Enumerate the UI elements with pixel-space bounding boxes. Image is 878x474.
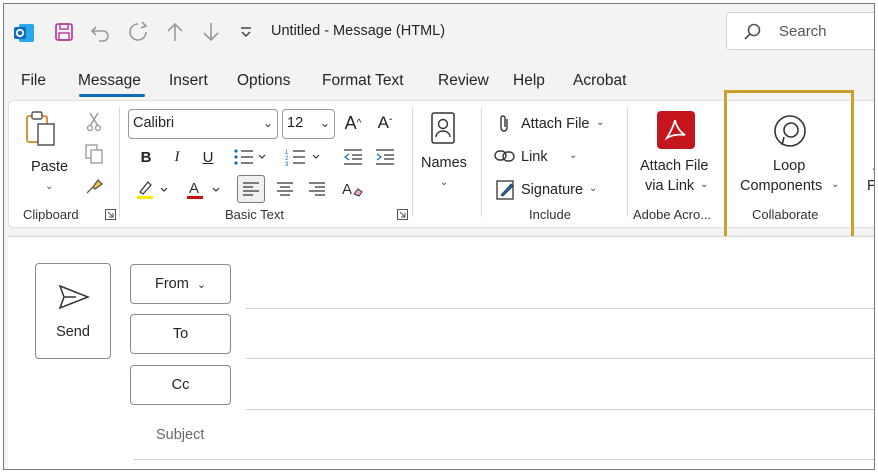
adobe-group-label: Adobe Acro... — [633, 207, 712, 222]
send-icon — [58, 284, 91, 315]
signature-button[interactable]: Signature — [521, 182, 583, 198]
chevron-down-icon[interactable]: ⌄ — [700, 179, 708, 190]
cutoff-button-label[interactable]: A — [873, 158, 874, 174]
paste-button[interactable]: Paste — [31, 159, 68, 175]
chevron-down-icon: ⌄ — [196, 278, 207, 291]
next-item-icon[interactable] — [198, 19, 224, 45]
link-icon[interactable] — [493, 145, 517, 167]
underline-icon[interactable]: U — [197, 145, 219, 169]
from-field-line — [246, 308, 874, 309]
copy-icon[interactable] — [83, 143, 105, 165]
chevron-down-icon[interactable]: ⌄ — [569, 150, 577, 161]
customize-toolbar-icon[interactable] — [236, 22, 256, 42]
separator — [627, 107, 628, 217]
names-dropdown-icon[interactable]: ⌄ — [440, 177, 448, 188]
svg-text:A: A — [189, 180, 199, 197]
send-label: Send — [56, 324, 90, 340]
separator — [412, 107, 413, 217]
font-color-icon[interactable]: A — [183, 177, 225, 201]
names-button[interactable]: Names — [421, 155, 467, 171]
from-button[interactable]: From ⌄ — [130, 264, 231, 304]
cc-field[interactable] — [246, 409, 874, 410]
cc-button[interactable]: Cc — [130, 365, 231, 405]
highlight-annotation — [724, 90, 854, 243]
tab-insert[interactable]: Insert — [169, 72, 208, 90]
tab-options[interactable]: Options — [237, 72, 290, 90]
clear-formatting-icon[interactable]: A — [339, 177, 365, 201]
title-bar: Untitled - Message (HTML) Search — [4, 4, 874, 62]
font-name-value: Calibri — [133, 115, 175, 131]
paste-dropdown-icon[interactable]: ⌄ — [45, 181, 53, 192]
separator — [119, 107, 120, 217]
include-group-label: Include — [529, 207, 571, 222]
increase-indent-icon[interactable] — [373, 145, 397, 169]
signature-icon[interactable] — [495, 179, 517, 201]
chevron-down-icon[interactable]: ⌄ — [596, 117, 604, 128]
chevron-down-icon[interactable]: ⌄ — [589, 183, 597, 194]
svg-text:3: 3 — [285, 162, 289, 166]
cutoff-button-label-2[interactable]: Po — [867, 178, 874, 194]
numbering-icon[interactable]: 123 — [283, 145, 325, 169]
to-field[interactable] — [246, 358, 874, 359]
format-painter-icon[interactable] — [83, 175, 105, 197]
tab-help[interactable]: Help — [513, 72, 545, 90]
active-tab-indicator — [79, 94, 145, 97]
attach-file-via-link-button[interactable]: Attach File — [640, 158, 709, 174]
tab-review[interactable]: Review — [438, 72, 489, 90]
shrink-font-icon[interactable]: Aˇ — [373, 111, 397, 135]
cut-icon[interactable] — [83, 111, 105, 133]
decrease-indent-icon[interactable] — [341, 145, 365, 169]
redo-icon[interactable] — [125, 19, 151, 45]
previous-item-icon[interactable] — [162, 19, 188, 45]
send-button[interactable]: Send — [35, 263, 111, 359]
chevron-down-icon: ⌄ — [262, 116, 273, 130]
tab-acrobat[interactable]: Acrobat — [573, 72, 626, 90]
align-left-icon[interactable] — [237, 175, 265, 203]
outlook-logo-icon — [12, 21, 36, 45]
highlight-color-icon[interactable] — [133, 177, 173, 201]
undo-icon[interactable] — [88, 19, 114, 45]
font-size-value: 12 — [287, 115, 304, 131]
font-name-dropdown[interactable]: Calibri ⌄ — [128, 109, 278, 139]
search-input[interactable]: Search — [726, 12, 874, 50]
clipboard-launcher-icon[interactable] — [103, 207, 117, 221]
grow-font-icon[interactable]: A ^ — [341, 111, 365, 135]
tab-format-text[interactable]: Format Text — [322, 72, 404, 90]
outlook-message-window: Untitled - Message (HTML) Search File Me… — [3, 3, 875, 470]
font-size-dropdown[interactable]: 12 ⌄ — [282, 109, 335, 139]
align-right-icon[interactable] — [305, 177, 329, 201]
window-title: Untitled - Message (HTML) — [271, 23, 446, 39]
attach-file-button[interactable]: Attach File — [521, 116, 590, 132]
subject-field[interactable] — [134, 459, 874, 460]
save-icon[interactable] — [52, 20, 76, 44]
chevron-down-icon: ⌄ — [319, 116, 330, 130]
to-button[interactable]: To — [130, 314, 231, 354]
tab-file[interactable]: File — [21, 72, 46, 90]
tab-message[interactable]: Message — [78, 72, 141, 90]
from-label: From — [154, 276, 189, 292]
cc-label: Cc — [171, 377, 190, 393]
separator — [481, 107, 482, 217]
bold-icon[interactable]: B — [135, 145, 157, 169]
svg-text:A: A — [342, 181, 352, 198]
paste-icon[interactable] — [19, 107, 63, 151]
basic-text-launcher-icon[interactable] — [395, 207, 409, 221]
attach-file-via-link-line2[interactable]: via Link — [645, 178, 694, 194]
search-icon — [743, 22, 763, 47]
compose-area: Send From ⌄ To Cc Subject — [8, 236, 874, 469]
basic-text-group-label: Basic Text — [225, 207, 285, 222]
address-book-icon[interactable] — [427, 109, 459, 147]
search-placeholder: Search — [779, 23, 827, 40]
bullets-icon[interactable] — [231, 145, 271, 169]
link-button[interactable]: Link — [521, 149, 548, 165]
subject-label: Subject — [156, 427, 205, 443]
clipboard-group-label: Clipboard — [23, 207, 79, 222]
to-label: To — [172, 326, 189, 342]
adobe-acrobat-icon[interactable] — [657, 111, 695, 149]
attach-file-icon[interactable] — [493, 113, 515, 135]
align-center-icon[interactable] — [273, 177, 297, 201]
italic-icon[interactable]: I — [166, 145, 188, 169]
